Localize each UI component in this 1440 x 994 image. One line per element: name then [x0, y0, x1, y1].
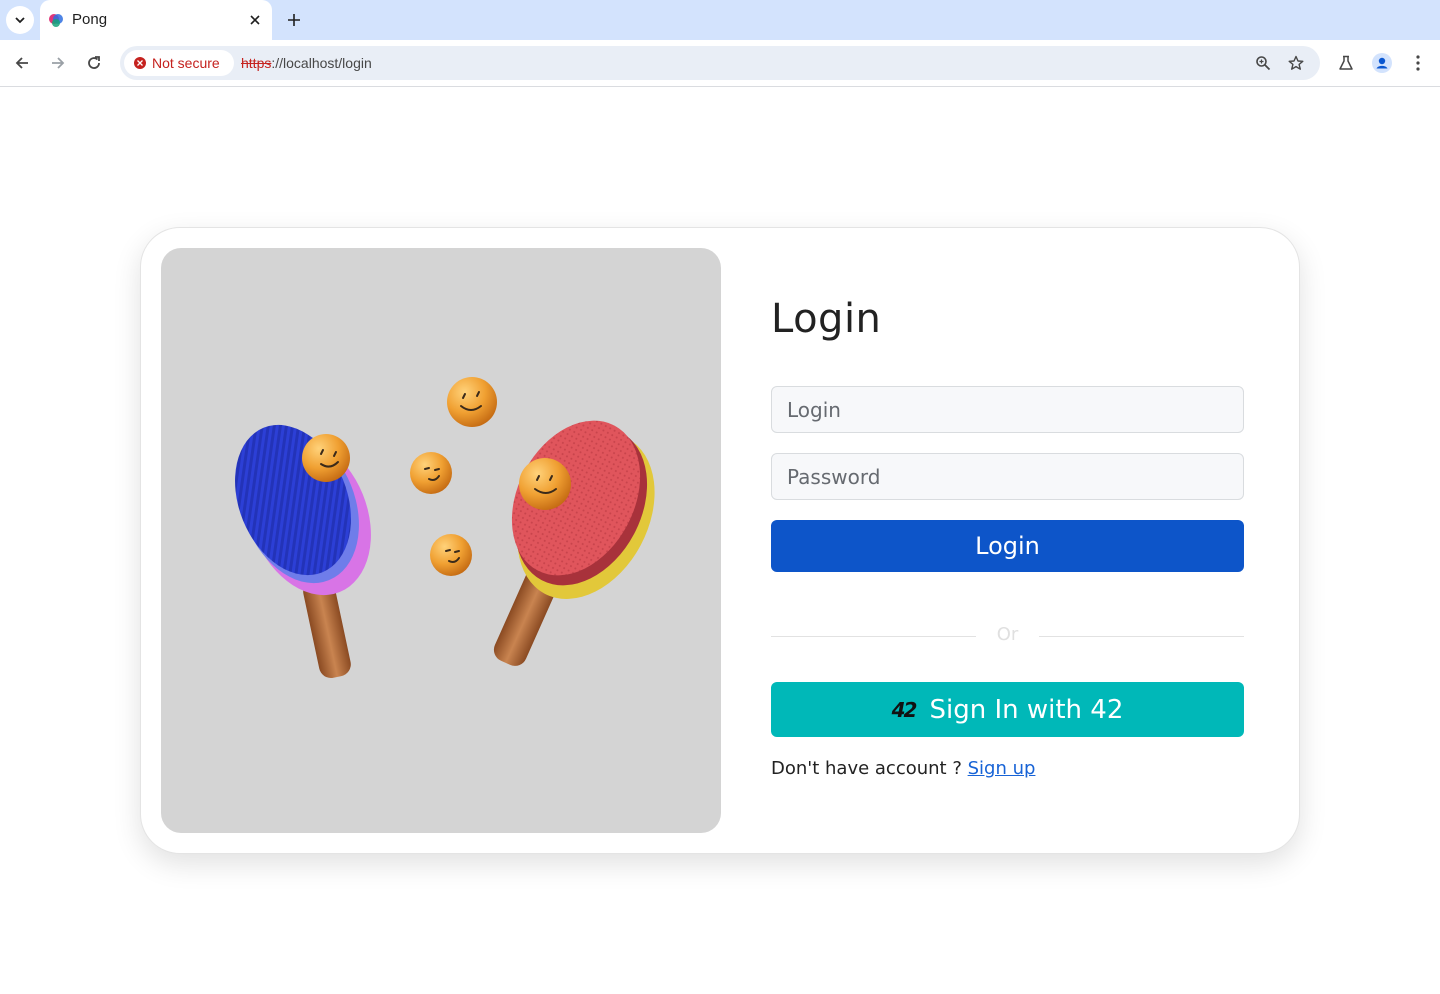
pong-favicon-icon [49, 14, 63, 27]
new-tab-button[interactable] [282, 8, 306, 32]
smiley-ball [410, 452, 452, 494]
tab-active[interactable]: Pong [40, 0, 272, 40]
browser-toolbar: Not secure https://localhost/login [0, 40, 1440, 87]
login-button[interactable]: Login [771, 520, 1244, 572]
signup-prompt: Don't have account ? [771, 758, 968, 779]
profile-icon [1372, 53, 1392, 73]
profile-button[interactable] [1370, 51, 1394, 75]
security-chip[interactable]: Not secure [124, 50, 234, 76]
password-input[interactable] [771, 453, 1244, 500]
tab-search-button[interactable] [6, 6, 34, 34]
divider-label: Or [996, 624, 1019, 645]
smiley-ball [302, 434, 350, 482]
signup-row: Don't have account ? Sign up [771, 758, 1035, 779]
smiley-ball [430, 534, 472, 576]
page-title: Login [771, 296, 882, 342]
login-card: Login Login Or 42 Sign In with 42 Don't … [140, 227, 1300, 854]
hero-illustration [161, 248, 721, 833]
browser-menu-button[interactable] [1406, 51, 1430, 75]
labs-button[interactable] [1334, 51, 1358, 75]
security-label: Not secure [152, 55, 220, 71]
close-icon [250, 15, 260, 25]
flask-icon [1339, 55, 1353, 70]
arrow-left-icon [15, 57, 28, 69]
back-button[interactable] [9, 50, 35, 76]
zoom-button[interactable] [1253, 53, 1273, 73]
tab-strip: Pong [0, 0, 1440, 40]
forward-button[interactable] [45, 50, 71, 76]
sign-in-42-button[interactable]: 42 Sign In with 42 [771, 682, 1244, 737]
plus-icon [288, 14, 300, 26]
red-paddle [493, 420, 655, 666]
login-input[interactable] [771, 386, 1244, 433]
chevron-down-icon [15, 17, 25, 24]
logo-42-icon: 42 [891, 697, 918, 722]
ping-pong-illustration [235, 377, 655, 679]
login-form: Login Login Or 42 Sign In with 42 Don't … [771, 228, 1244, 853]
error-circle-icon [134, 57, 146, 69]
reload-button[interactable] [81, 50, 107, 76]
url-path: ://localhost/login [271, 55, 372, 71]
bookmark-button[interactable] [1286, 53, 1306, 73]
reload-icon [88, 56, 100, 69]
blue-paddle [235, 424, 371, 679]
tab-close-button[interactable] [246, 11, 264, 29]
zoom-icon [1256, 56, 1271, 71]
kebab-menu-icon [1416, 55, 1420, 71]
url-scheme: https [241, 55, 272, 71]
tab-title: Pong [72, 11, 108, 28]
divider-line [1039, 636, 1244, 637]
sign-in-42-label: Sign In with 42 [929, 694, 1124, 725]
signup-link[interactable]: Sign up [968, 758, 1036, 779]
or-divider: Or [771, 624, 1244, 648]
star-icon [1288, 55, 1304, 70]
smiley-ball [447, 377, 497, 427]
url-text[interactable]: https://localhost/login [241, 55, 372, 71]
address-bar[interactable]: Not secure https://localhost/login [120, 46, 1320, 80]
arrow-right-icon [52, 57, 65, 69]
smiley-ball [519, 458, 571, 510]
